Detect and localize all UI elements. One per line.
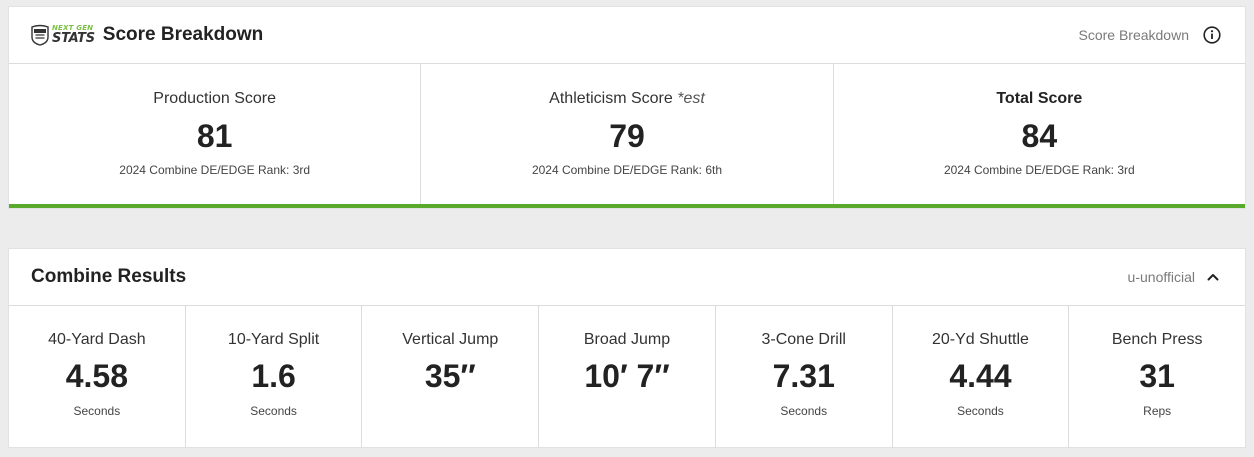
drill-label: Vertical Jump bbox=[402, 331, 499, 348]
forty-yard-dash-cell: 40-Yard Dash 4.58 Seconds bbox=[9, 306, 186, 448]
broad-jump-cell: Broad Jump 10′ 7″ bbox=[539, 306, 716, 448]
total-score-cell: Total Score 84 2024 Combine DE/EDGE Rank… bbox=[834, 64, 1245, 204]
drill-value: 4.58 bbox=[65, 358, 128, 394]
score-label: Athleticism Score bbox=[549, 90, 673, 107]
score-breakdown-header: NEXT GEN STATS Score Breakdown Score Bre… bbox=[9, 7, 1245, 64]
drill-unit: Seconds bbox=[250, 404, 297, 418]
ten-yard-split-cell: 10-Yard Split 1.6 Seconds bbox=[186, 306, 363, 448]
drill-label: 20-Yd Shuttle bbox=[931, 331, 1029, 348]
score-value: 79 bbox=[609, 118, 645, 154]
drill-value: 35″ bbox=[424, 358, 476, 394]
production-score-cell: Production Score 81 2024 Combine DE/EDGE… bbox=[9, 64, 422, 204]
chevron-up-icon[interactable] bbox=[1205, 269, 1221, 285]
estimate-marker: *est bbox=[677, 90, 705, 107]
drill-value: 10′ 7″ bbox=[584, 358, 670, 394]
drill-value: 4.44 bbox=[949, 358, 1012, 394]
drill-unit: Reps bbox=[1143, 404, 1172, 418]
score-breakdown-link[interactable]: Score Breakdown bbox=[1078, 27, 1189, 43]
score-label: Production Score bbox=[153, 90, 277, 107]
score-row: Production Score 81 2024 Combine DE/EDGE… bbox=[9, 64, 1245, 208]
next-gen-stats-logo: NEXT GEN STATS bbox=[31, 24, 95, 46]
score-breakdown-title: Score Breakdown bbox=[102, 24, 264, 45]
athleticism-score-cell: Athleticism Score *est 79 2024 Combine D… bbox=[421, 64, 834, 204]
bench-press-cell: Bench Press 31 Reps bbox=[1069, 306, 1245, 448]
score-value: 81 bbox=[196, 118, 233, 154]
score-breakdown-card: NEXT GEN STATS Score Breakdown Score Bre… bbox=[8, 6, 1246, 209]
drill-value: 1.6 bbox=[251, 358, 296, 394]
drill-label: 3-Cone Drill bbox=[761, 331, 846, 348]
twenty-yard-shuttle-cell: 20-Yd Shuttle 4.44 Seconds bbox=[893, 306, 1070, 448]
score-label: Total Score bbox=[996, 90, 1083, 107]
score-rank: 2024 Combine DE/EDGE Rank: 6th bbox=[531, 163, 723, 177]
score-value: 84 bbox=[1021, 118, 1058, 154]
drill-label: Broad Jump bbox=[583, 331, 671, 348]
score-rank: 2024 Combine DE/EDGE Rank: 3rd bbox=[943, 163, 1135, 177]
combine-results-card: Combine Results u-unofficial 40-Yard Das… bbox=[8, 248, 1246, 448]
drill-label: Bench Press bbox=[1111, 331, 1203, 348]
score-rank: 2024 Combine DE/EDGE Rank: 3rd bbox=[119, 163, 311, 177]
drill-unit: Seconds bbox=[780, 404, 828, 418]
logo-stats-text: STATS bbox=[52, 31, 95, 46]
drill-value: 7.31 bbox=[772, 358, 835, 394]
combine-results-title: Combine Results bbox=[31, 266, 187, 287]
vertical-jump-cell: Vertical Jump 35″ bbox=[362, 306, 540, 448]
drill-value: 31 bbox=[1139, 358, 1175, 394]
drill-label: 10-Yard Split bbox=[227, 331, 320, 348]
combine-row: 40-Yard Dash 4.58 Seconds 10-Yard Split … bbox=[9, 306, 1245, 448]
score-label-wrap: Athleticism Score *est bbox=[421, 90, 832, 110]
combine-results-header[interactable]: Combine Results u-unofficial bbox=[9, 249, 1245, 306]
drill-label: 40-Yard Dash bbox=[48, 331, 146, 348]
nfl-shield-icon bbox=[31, 24, 49, 46]
drill-unit: Seconds bbox=[957, 404, 1004, 418]
three-cone-drill-cell: 3-Cone Drill 7.31 Seconds bbox=[716, 306, 893, 448]
info-icon[interactable] bbox=[1203, 26, 1221, 44]
unofficial-legend: u-unofficial bbox=[1127, 269, 1195, 285]
drill-unit: Seconds bbox=[73, 404, 121, 418]
